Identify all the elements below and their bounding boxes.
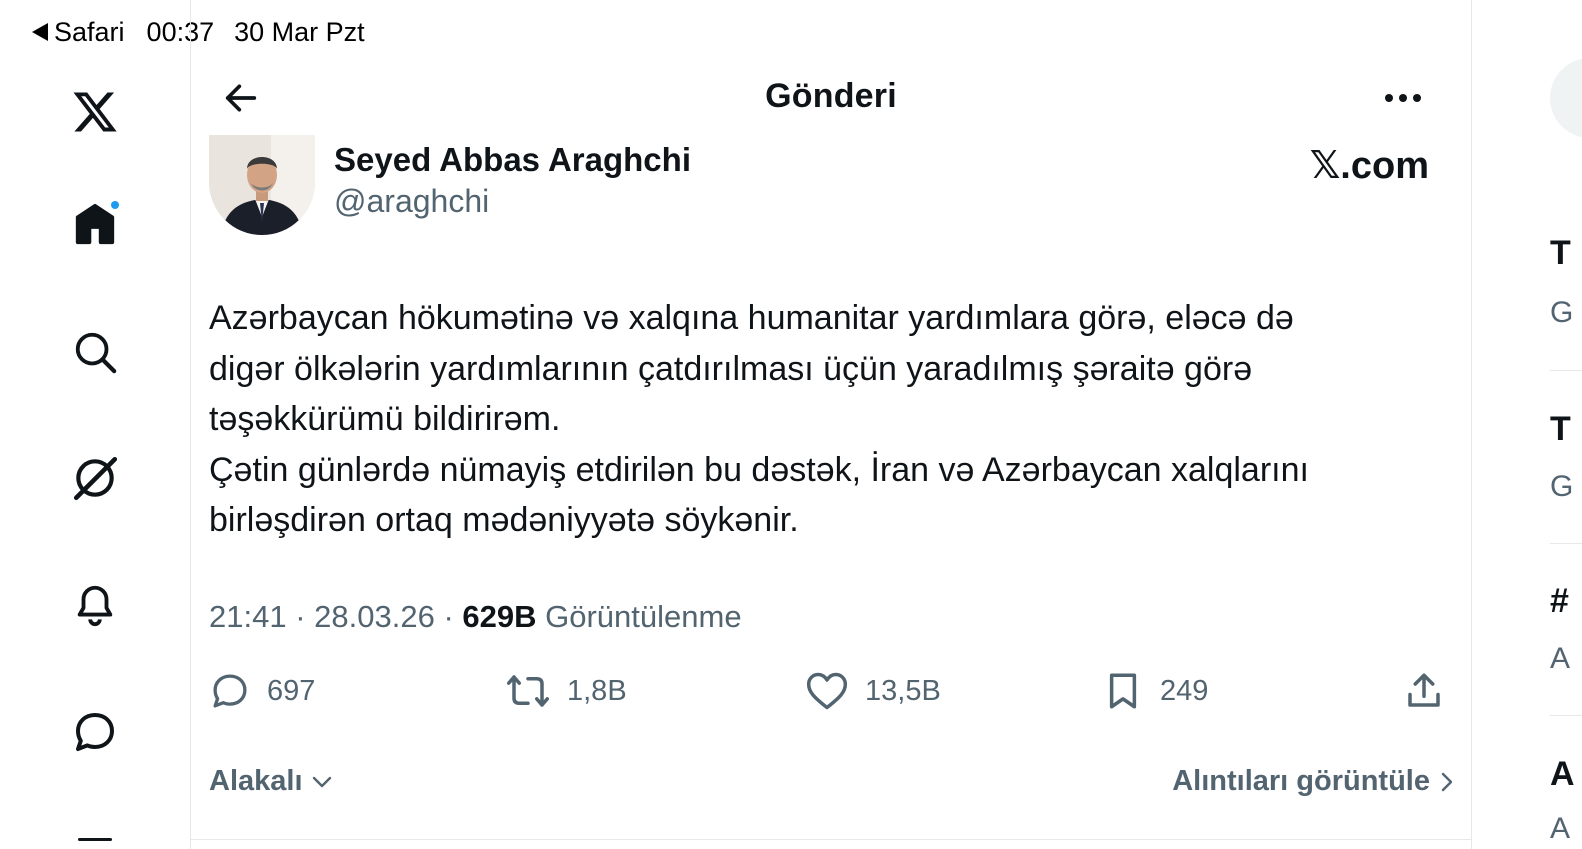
chevron-down-icon: [312, 776, 331, 787]
post-time[interactable]: 21:41: [209, 599, 287, 634]
nav-notifications[interactable]: [65, 575, 125, 635]
chevron-right-icon: [1441, 772, 1453, 791]
back-to-app-link[interactable]: Safari: [32, 17, 125, 48]
trend-sub-peek: G: [1550, 470, 1574, 503]
more-options-button[interactable]: [1375, 76, 1431, 120]
notifications-icon: [77, 585, 113, 627]
divider: [1550, 715, 1582, 716]
reply-icon: [213, 674, 247, 708]
post-meta: 21:41 · 28.03.26 · 629B Görüntülenme: [209, 599, 742, 635]
post-actions: 697 1,8B 13,5B 249: [209, 670, 1449, 722]
sort-replies-dropdown[interactable]: Alakalı: [209, 765, 333, 798]
sort-label: Alakalı: [209, 765, 303, 797]
right-avatar-peek[interactable]: [1550, 58, 1582, 138]
home-notification-dot: [109, 199, 121, 211]
search-icon: [75, 332, 117, 374]
author-handle[interactable]: @araghchi: [334, 183, 489, 220]
trend-title-peek[interactable]: A: [1550, 755, 1575, 794]
like-button[interactable]: 13,5B: [805, 670, 941, 712]
meta-separator: ·: [443, 599, 463, 634]
trend-sub-peek: A: [1550, 812, 1571, 845]
avatar[interactable]: [209, 135, 315, 235]
divider: [1550, 370, 1582, 371]
trend-sub-peek: A: [1550, 642, 1571, 675]
view-quotes-label: Alıntıları görüntüle: [1172, 765, 1430, 797]
like-count: 13,5B: [865, 674, 941, 707]
repost-count: 1,8B: [567, 674, 627, 707]
meta-separator: ·: [295, 599, 315, 634]
trend-title-peek[interactable]: #: [1550, 582, 1569, 621]
trend-title-peek[interactable]: T: [1550, 234, 1571, 273]
share-button[interactable]: [1403, 670, 1445, 712]
reply-count: 697: [267, 674, 316, 707]
bookmark-count: 249: [1160, 674, 1209, 707]
left-nav: [0, 60, 190, 849]
post-date[interactable]: 28.03.26: [314, 599, 435, 634]
views-label: Görüntülenme: [545, 599, 742, 634]
nav-more-peek[interactable]: [78, 838, 112, 841]
divider: [1550, 543, 1582, 544]
reply-button[interactable]: 697: [209, 670, 315, 712]
nav-messages[interactable]: [65, 702, 125, 762]
views-count: 629B: [462, 599, 537, 634]
x-logo-button[interactable]: [65, 82, 125, 142]
nav-search[interactable]: [65, 322, 125, 382]
bookmark-icon: [1109, 673, 1137, 709]
avatar-image: [209, 135, 315, 235]
post-detail-column: Gönderi Seyed Abbas Araghchi @araghchi 𝕏…: [190, 0, 1472, 849]
view-quotes-link[interactable]: Alıntıları görüntüle: [1172, 765, 1454, 798]
messages-icon: [76, 713, 114, 751]
column-divider: [191, 839, 1471, 840]
trend-sub-peek: G: [1550, 296, 1574, 329]
x-logo-icon: [73, 92, 117, 132]
post-author: Seyed Abbas Araghchi @araghchi 𝕏.com: [209, 135, 1449, 245]
grok-icon: [73, 456, 118, 501]
post-text: Azərbaycan hökumətinə və xalqına humanit…: [209, 299, 1309, 539]
post-header: Gönderi: [191, 60, 1471, 135]
heart-icon: [806, 672, 848, 710]
author-name[interactable]: Seyed Abbas Araghchi: [334, 141, 691, 179]
trend-title-peek[interactable]: T: [1550, 410, 1571, 449]
post-footer: Alakalı Alıntıları görüntüle: [209, 765, 1454, 805]
bookmark-button[interactable]: 249: [1102, 670, 1208, 712]
back-app-label: Safari: [54, 16, 125, 47]
share-icon: [1408, 673, 1440, 707]
repost-button[interactable]: 1,8B: [505, 670, 627, 712]
nav-home[interactable]: [65, 195, 125, 255]
back-triangle-icon: [32, 23, 48, 41]
more-dots-icon: [1385, 94, 1421, 102]
page-title: Gönderi: [765, 77, 897, 115]
source-badge: 𝕏.com: [1309, 145, 1429, 187]
nav-grok[interactable]: [65, 448, 125, 508]
right-sidebar-peek: T G T G # A A A: [1472, 0, 1582, 849]
repost-icon: [507, 675, 549, 707]
